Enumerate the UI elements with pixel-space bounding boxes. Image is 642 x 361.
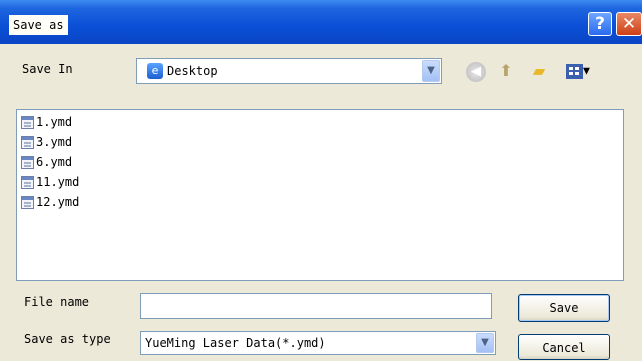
file-icon: [21, 156, 34, 169]
file-name: 3.ymd: [36, 135, 73, 149]
file-list[interactable]: 1.ymd 3.ymd 6.ymd 11.ymd 12.ymd: [16, 109, 624, 281]
file-name: 6.ymd: [36, 155, 73, 169]
file-item[interactable]: 12.ymd: [21, 193, 79, 211]
desktop-icon: e: [147, 63, 163, 79]
file-item[interactable]: 1.ymd: [21, 113, 72, 131]
chevron-down-icon[interactable]: ▼: [476, 333, 494, 353]
file-icon: [21, 116, 34, 129]
save-in-label: Save In: [22, 62, 73, 76]
file-name-label: File name: [24, 295, 90, 309]
window-title: Save as: [9, 15, 68, 35]
views-menu-button[interactable]: ▼: [563, 62, 593, 81]
file-name: 12.ymd: [36, 195, 80, 209]
file-name: 11.ymd: [36, 175, 80, 189]
views-icon: [566, 64, 584, 79]
back-icon[interactable]: ◀: [466, 62, 486, 82]
up-folder-icon[interactable]: ⬆: [496, 62, 516, 80]
help-button[interactable]: ?: [588, 12, 612, 36]
save-button[interactable]: Save: [518, 294, 610, 322]
close-button[interactable]: ✕: [616, 12, 642, 36]
save-as-type-value: YueMing Laser Data(*.ymd): [145, 336, 326, 350]
cancel-button[interactable]: Cancel: [518, 334, 610, 360]
file-item[interactable]: 3.ymd: [21, 133, 72, 151]
file-icon: [21, 136, 34, 149]
location-dropdown[interactable]: e Desktop ▼: [136, 58, 442, 84]
new-folder-icon[interactable]: ▰: [528, 62, 550, 80]
location-value: Desktop: [167, 64, 218, 78]
file-icon: [21, 196, 34, 209]
title-bar[interactable]: Save as ? ✕: [0, 0, 642, 44]
chevron-down-icon[interactable]: ▼: [422, 60, 440, 82]
file-icon: [21, 176, 34, 189]
file-item[interactable]: 6.ymd: [21, 153, 72, 171]
save-as-type-select[interactable]: YueMing Laser Data(*.ymd) ▼: [140, 331, 496, 355]
chevron-down-icon: ▼: [583, 66, 590, 77]
file-name: 1.ymd: [36, 115, 73, 129]
file-name-input[interactable]: [140, 293, 492, 319]
file-item[interactable]: 11.ymd: [21, 173, 79, 191]
save-as-type-label: Save as type: [24, 332, 111, 346]
